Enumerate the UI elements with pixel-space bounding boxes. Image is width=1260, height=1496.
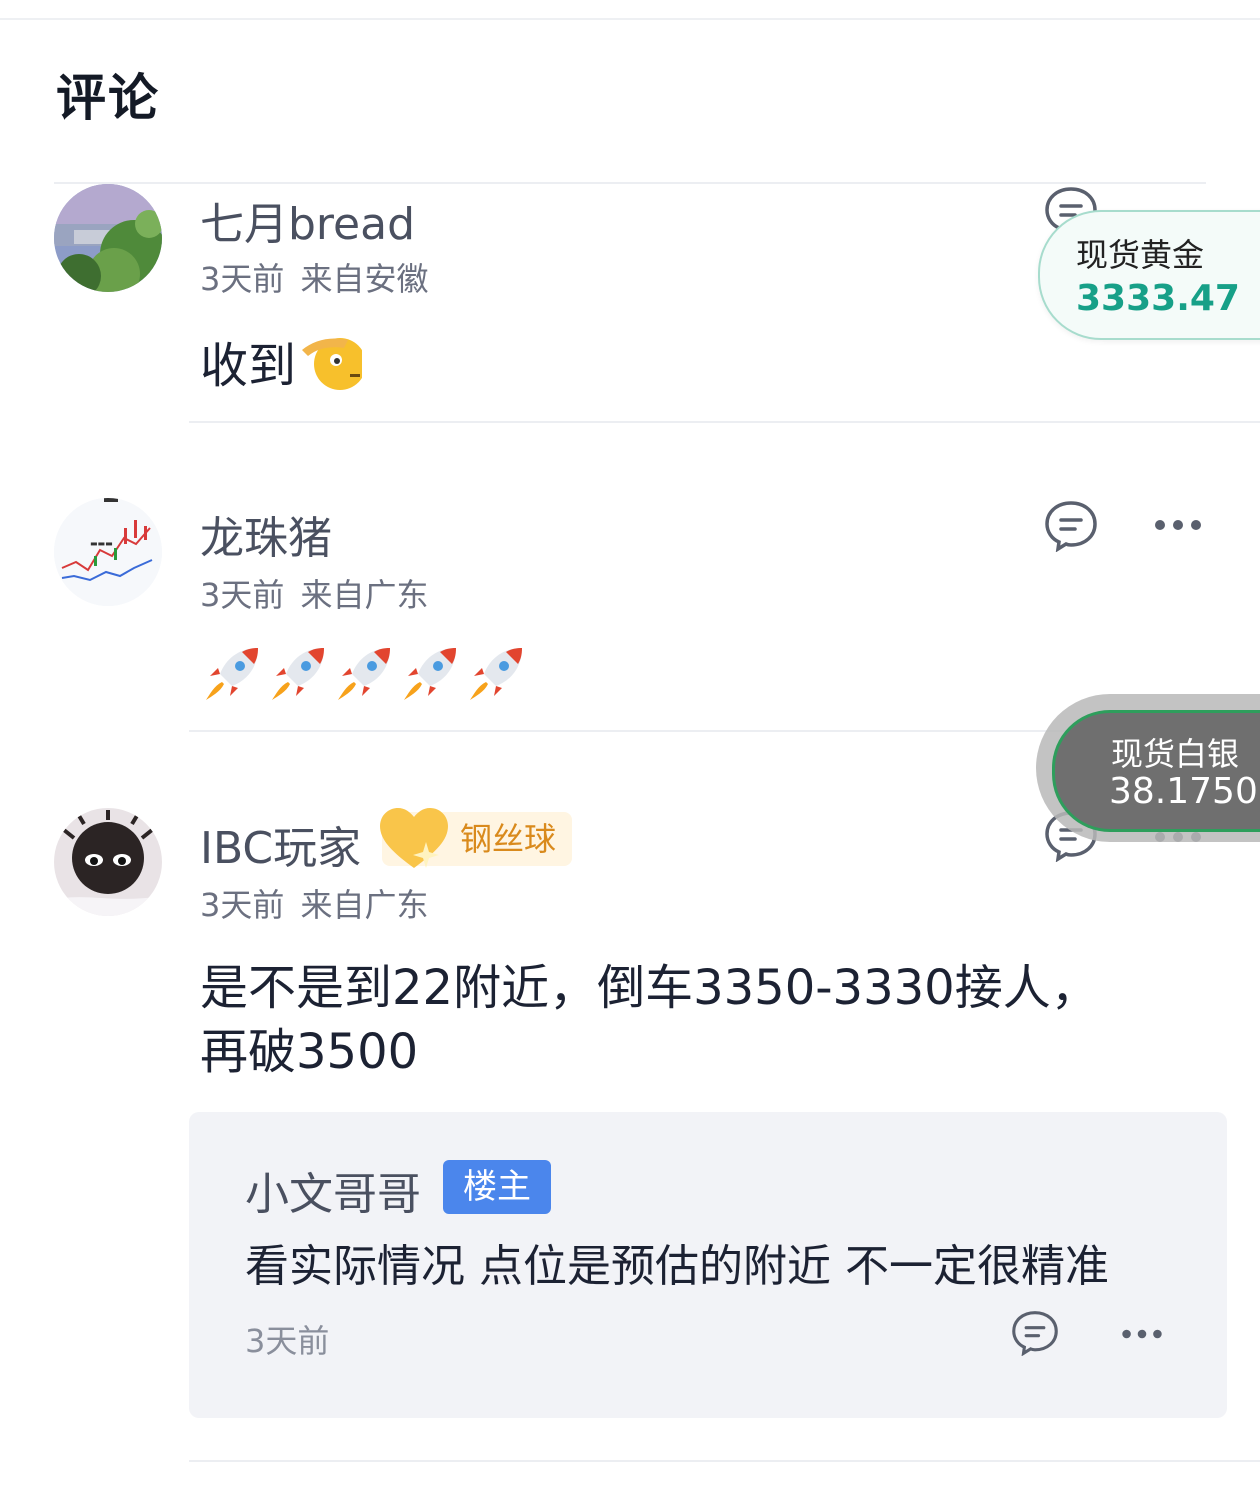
comment-text: 是不是到22附近，倒车3350-3330接人， 再破3500 xyxy=(200,956,1099,1084)
reply-box[interactable]: 小文哥哥 楼主 看实际情况 点位是预估的附近 不一定很精准 3天前 xyxy=(189,1112,1227,1418)
divider xyxy=(54,182,1206,184)
heart-badge-icon xyxy=(380,808,448,868)
silver-ticker-value: 38.1750 xyxy=(1109,771,1258,812)
avatar[interactable] xyxy=(54,808,162,916)
comment-time: 3天前 xyxy=(200,260,285,298)
username[interactable]: 七月bread xyxy=(200,188,415,252)
comment-time: 3天前 xyxy=(200,886,285,924)
fan-badge-label: 钢丝球 xyxy=(460,820,557,858)
username[interactable]: IBC玩家 xyxy=(200,812,361,876)
rocket-icon xyxy=(272,648,324,700)
reply-time: 3天前 xyxy=(245,1322,330,1360)
rocket-icon xyxy=(404,648,456,700)
gold-ticker-label: 现货黄金 xyxy=(1076,236,1205,274)
reply-text: 看实际情况 点位是预估的附近 不一定很精准 xyxy=(245,1241,1109,1292)
reply-icon[interactable] xyxy=(1011,1310,1059,1356)
silver-ticker-label: 现货白银 xyxy=(1111,735,1240,773)
divider xyxy=(189,421,1260,423)
comment-meta: 3天前 来自广东 xyxy=(200,880,429,926)
more-icon[interactable] xyxy=(1121,1328,1163,1340)
comment-location: 来自安徽 xyxy=(300,260,429,298)
top-divider xyxy=(0,18,1260,20)
comment-text: 收到 xyxy=(200,330,367,398)
rocket-icon xyxy=(206,648,258,700)
comment-time: 3天前 xyxy=(200,576,285,614)
rocket-icon xyxy=(470,648,522,700)
comment-meta: 3天前 来自安徽 xyxy=(200,254,429,300)
gold-ticker-widget[interactable]: 现货黄金 3333.47 xyxy=(1038,210,1260,340)
comment-text-line: 再破3500 xyxy=(200,1024,419,1080)
emoji-row xyxy=(204,646,524,702)
gold-ticker-value: 3333.47 xyxy=(1076,278,1240,319)
reply-icon[interactable] xyxy=(1044,500,1098,552)
section-title: 评论 xyxy=(56,69,160,127)
avatar[interactable] xyxy=(54,184,162,292)
author-badge: 楼主 xyxy=(443,1160,551,1214)
svg-text:▬▬▬: ▬▬▬ xyxy=(90,539,113,548)
more-icon[interactable] xyxy=(1154,518,1202,532)
avatar[interactable]: ▬▬▬ xyxy=(54,498,162,606)
divider xyxy=(189,1460,1260,1462)
fan-badge: 钢丝球 xyxy=(380,808,572,868)
comment-location: 来自广东 xyxy=(300,576,429,614)
comment-text-line: 是不是到22附近，倒车3350-3330接人， xyxy=(200,960,1099,1016)
rocket-icon xyxy=(338,648,390,700)
silver-ticker-widget[interactable]: 现货白银 38.1750 xyxy=(1052,710,1260,832)
username[interactable]: 龙珠猪 xyxy=(200,502,332,566)
comment-meta: 3天前 来自广东 xyxy=(200,570,429,616)
reply-username[interactable]: 小文哥哥 xyxy=(245,1158,421,1222)
comment-location: 来自广东 xyxy=(300,886,429,924)
saluting-face-icon xyxy=(302,338,367,390)
